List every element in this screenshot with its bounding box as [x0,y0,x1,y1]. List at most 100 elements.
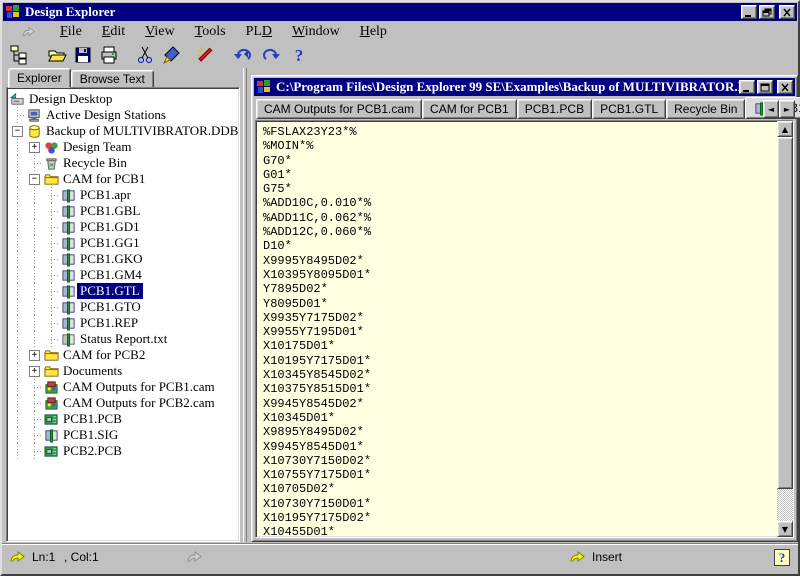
explorer-tree[interactable]: Design DesktopActive Design Stations − Bac… [6,87,240,542]
menu-item-help[interactable]: Help [350,23,397,41]
tree-guide [26,219,43,235]
workstation-icon [26,107,43,123]
recycle-bin-icon [43,155,60,171]
tab-scroll-left-button[interactable]: ◄ [763,100,779,118]
design-manager-panel: ExplorerBrowse Text Design DesktopActive… [6,68,240,542]
redo-button[interactable] [260,44,282,66]
tree-item-label: Backup of MULTIVIBRATOR.DDB [43,123,240,139]
expand-icon[interactable]: + [29,142,40,153]
tree-guide [9,395,26,411]
tree-item-label: PCB1.REP [77,315,141,331]
tree-expander-cell[interactable]: + [26,347,43,363]
panel-tab-browse-text[interactable]: Browse Text [71,70,154,88]
document-text[interactable]: %FSLAX23Y23*% %MOIN*% G70* G01* G75* %AD… [256,121,777,537]
tree-item-pcb2-pcb[interactable]: PCB2.PCB [9,443,239,459]
doc-maximize-button[interactable] [757,80,773,94]
document-tab-recycle-bin[interactable]: Recycle Bin [666,99,745,119]
tree-item-pcb1-apr[interactable]: PCB1.apr [9,187,239,203]
undo-button[interactable] [232,44,254,66]
expand-icon[interactable]: + [29,366,40,377]
minimize-button[interactable] [741,5,757,19]
help-button[interactable]: ? [288,44,310,66]
tree-item-cam-for-pcb1[interactable]: − CAM for PCB1 [9,171,239,187]
tree-expander-cell[interactable]: − [9,123,26,139]
tree-item-design-desktop[interactable]: Design Desktop [9,91,239,107]
redo-icon [261,45,281,65]
panel-splitter[interactable] [243,68,247,542]
collapse-icon[interactable]: − [29,174,40,185]
jump-arrow-icon [187,549,203,565]
tree-item-pcb1-gto[interactable]: PCB1.GTO [9,299,239,315]
open-document-icon [47,45,67,65]
tree-guide [43,331,60,347]
scroll-down-button[interactable]: ▼ [777,521,793,537]
menu-item-file[interactable]: File [50,23,92,41]
gerber-doc-icon [60,219,77,235]
tree-expander-cell[interactable]: + [26,139,43,155]
tree-item-recycle-bin[interactable]: Recycle Bin [9,155,239,171]
restore-button[interactable] [759,5,775,19]
status-help-button[interactable]: ? [774,549,790,566]
tree-item-cam-for-pcb2[interactable]: +CAM for PCB2 [9,347,239,363]
tree-item-cam-outputs-for-pcb2-cam[interactable]: CAM Outputs for PCB2.cam [9,395,239,411]
folder-icon [43,363,60,379]
wizard-wand-button[interactable] [194,44,216,66]
open-document-button[interactable] [46,44,68,66]
document-tab-cam-outputs-for-pcb1-cam[interactable]: CAM Outputs for PCB1.cam [256,99,422,119]
print-button[interactable] [98,44,120,66]
toggle-design-manager-button[interactable] [8,44,30,66]
tree-item-pcb1-sig[interactable]: PCB1.SIG [9,427,239,443]
panel-tab-explorer[interactable]: Explorer [8,68,71,88]
tree-item-pcb1-rep[interactable]: PCB1.REP [9,315,239,331]
menu-item-pld[interactable]: PLD [236,23,282,41]
tree-item-status-report-txt[interactable]: Status Report.txt [9,331,239,347]
folder-icon [43,347,60,363]
menu-item-window[interactable]: Window [282,23,350,41]
close-button[interactable] [779,5,795,19]
status-bar: Ln:1 , Col:1 Insert ? [2,543,798,574]
document-tab-label: CAM for PCB1 [430,102,509,116]
tree-item-documents[interactable]: +Documents [9,363,239,379]
document-tab-cam-for-pcb1[interactable]: CAM for PCB1 [422,99,517,119]
tree-item-pcb1-gg1[interactable]: PCB1.GG1 [9,235,239,251]
tree-item-pcb1-gd1[interactable]: PCB1.GD1 [9,219,239,235]
tree-item-pcb1-gm4[interactable]: PCB1.GM4 [9,267,239,283]
tree-guide [9,155,26,171]
tree-item-label: PCB1.GTO [77,299,144,315]
scrollbar-track[interactable] [777,137,793,521]
brush-button[interactable] [160,44,182,66]
scrollbar-thumb[interactable] [777,137,793,489]
folder-icon [43,171,60,187]
tree-item-pcb1-gtl[interactable]: PCB1.GTL [9,283,239,299]
tree-item-backup-of-multivibrator-ddb[interactable]: − Backup of MULTIVIBRATOR.DDB [9,123,239,139]
tree-guide [26,299,43,315]
tree-item-active-design-stations[interactable]: Active Design Stations [9,107,239,123]
scroll-up-button[interactable]: ▲ [777,121,793,137]
panel-tabstrip: ExplorerBrowse Text [6,68,240,88]
tree-item-design-team[interactable]: +Design Team [9,139,239,155]
tree-expander-cell[interactable]: + [26,363,43,379]
tree-item-pcb1-pcb[interactable]: PCB1.PCB [9,411,239,427]
menu-item-view[interactable]: View [135,23,185,41]
tree-guide [26,395,43,411]
doc-close-button[interactable] [777,80,793,94]
document-tab-pcb1-pcb[interactable]: PCB1.PCB [517,99,592,119]
gerber-doc-icon [60,283,77,299]
cut-button[interactable] [134,44,156,66]
document-tab-pcb1-gtl[interactable]: PCB1.GTL [592,99,666,119]
save-button[interactable] [72,44,94,66]
menu-item-tools[interactable]: Tools [185,23,236,41]
tab-scroll-right-button[interactable]: ► [779,100,795,118]
tree-item-cam-outputs-for-pcb1-cam[interactable]: CAM Outputs for PCB1.cam [9,379,239,395]
tree-item-pcb1-gbl[interactable]: PCB1.GBL [9,203,239,219]
tree-guide [9,235,26,251]
expand-icon[interactable]: + [29,350,40,361]
doc-minimize-button[interactable] [739,80,755,94]
tree-guide [43,299,60,315]
tree-item-label: CAM for PCB1 [60,171,148,187]
menu-item-edit[interactable]: Edit [92,23,135,41]
tree-item-pcb1-gko[interactable]: PCB1.GKO [9,251,239,267]
tree-item-label: PCB1.GG1 [77,235,143,251]
tree-expander-cell[interactable]: − [26,171,43,187]
collapse-icon[interactable]: − [12,126,23,137]
